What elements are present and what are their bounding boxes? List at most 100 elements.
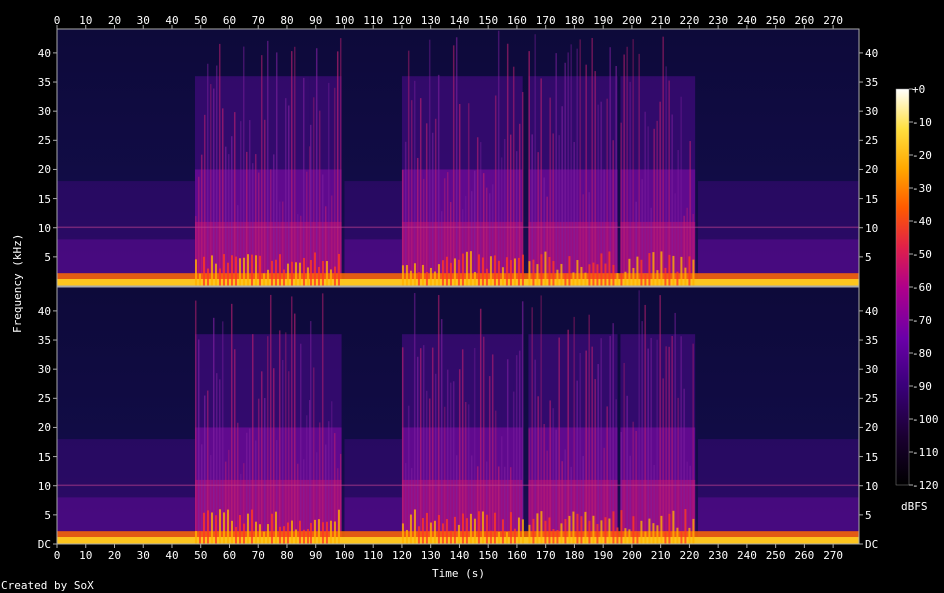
energy-streak bbox=[473, 347, 476, 544]
low-energy-burst bbox=[278, 526, 281, 544]
energy-streak bbox=[612, 323, 614, 544]
energy-streak bbox=[665, 346, 667, 544]
low-energy-burst bbox=[576, 513, 579, 544]
energy-streak bbox=[200, 444, 203, 544]
low-energy-burst bbox=[401, 523, 404, 544]
energy-streak bbox=[257, 398, 260, 544]
low-energy-burst bbox=[656, 525, 659, 544]
x-tick-label: 60 bbox=[222, 549, 237, 562]
low-energy-burst bbox=[612, 511, 615, 544]
energy-streak bbox=[458, 369, 461, 544]
low-energy-burst bbox=[306, 528, 309, 544]
energy-streak bbox=[546, 450, 548, 544]
energy-streak bbox=[284, 332, 287, 544]
low-energy-burst bbox=[668, 254, 671, 286]
low-energy-burst bbox=[572, 272, 575, 286]
low-energy-burst bbox=[270, 513, 273, 544]
y-tick-label-right: 40 bbox=[865, 46, 879, 60]
energy-streak bbox=[626, 395, 628, 544]
energy-streak bbox=[407, 50, 410, 286]
low-energy-burst bbox=[628, 529, 631, 544]
energy-streak bbox=[573, 141, 575, 286]
low-energy-burst bbox=[552, 528, 555, 544]
y-tick-label: 5 bbox=[44, 508, 51, 522]
low-energy-burst bbox=[640, 259, 643, 286]
low-energy-burst bbox=[652, 523, 655, 544]
low-energy-burst bbox=[234, 256, 237, 286]
low-energy-burst bbox=[620, 510, 623, 544]
low-energy-burst bbox=[513, 258, 516, 286]
energy-streak bbox=[518, 350, 521, 544]
low-energy-burst bbox=[628, 258, 631, 286]
low-energy-burst bbox=[676, 527, 679, 544]
low-energy-burst bbox=[453, 258, 456, 286]
low-energy-burst bbox=[254, 521, 257, 544]
energy-streak bbox=[440, 319, 443, 544]
low-energy-burst bbox=[230, 520, 233, 544]
low-energy-burst bbox=[457, 259, 460, 286]
x-tick-label-top: 70 bbox=[251, 14, 265, 27]
low-energy-burst bbox=[222, 254, 225, 286]
low-energy-burst bbox=[206, 268, 209, 286]
colorbar-tick-label: +0 bbox=[912, 83, 926, 96]
energy-streak bbox=[416, 356, 419, 544]
low-energy-burst bbox=[433, 520, 436, 544]
low-energy-burst bbox=[413, 263, 416, 286]
low-energy-burst bbox=[325, 521, 328, 544]
energy-streak bbox=[638, 290, 640, 544]
low-energy-burst bbox=[604, 517, 607, 544]
low-energy-burst bbox=[564, 273, 567, 286]
low-energy-burst bbox=[425, 272, 428, 286]
energy-streak bbox=[600, 338, 602, 544]
low-energy-burst bbox=[540, 511, 543, 544]
energy-streak bbox=[309, 321, 312, 544]
x-tick-label-top: 150 bbox=[478, 14, 499, 27]
energy-streak bbox=[428, 398, 431, 544]
x-tick-label: 0 bbox=[53, 549, 61, 562]
low-energy-burst bbox=[640, 520, 643, 544]
low-energy-burst bbox=[313, 252, 316, 286]
energy-streak bbox=[443, 406, 446, 544]
low-energy-burst bbox=[206, 510, 209, 544]
energy-streak bbox=[305, 415, 308, 544]
low-energy-burst bbox=[473, 271, 476, 286]
energy-streak bbox=[570, 44, 572, 287]
energy-streak bbox=[215, 65, 218, 286]
low-energy-burst bbox=[317, 266, 320, 286]
x-tick-label-top: 230 bbox=[708, 14, 729, 27]
colorbar-tick-label: -60 bbox=[912, 281, 932, 294]
energy-streak bbox=[609, 47, 611, 287]
energy-streak bbox=[278, 330, 281, 544]
low-energy-burst bbox=[266, 269, 269, 286]
low-energy-burst bbox=[321, 522, 324, 544]
channel-2-plot bbox=[53, 286, 863, 545]
energy-streak bbox=[260, 55, 263, 287]
low-energy-burst bbox=[266, 524, 269, 544]
energy-streak bbox=[302, 77, 305, 287]
low-energy-burst bbox=[600, 520, 603, 544]
low-energy-burst bbox=[556, 269, 559, 286]
low-energy-burst bbox=[485, 268, 488, 286]
low-energy-burst bbox=[664, 267, 667, 286]
low-energy-burst bbox=[445, 256, 448, 286]
y-tick-label-right: 20 bbox=[865, 163, 879, 177]
low-energy-burst bbox=[612, 264, 615, 286]
x-tick-label-top: 80 bbox=[280, 14, 294, 27]
low-energy-burst bbox=[449, 262, 452, 286]
x-tick-label-top: 100 bbox=[334, 14, 355, 27]
low-energy-burst bbox=[282, 526, 285, 544]
low-energy-burst bbox=[449, 530, 452, 544]
energy-streak bbox=[339, 453, 342, 544]
energy-streak bbox=[260, 371, 263, 544]
x-tick-label: 20 bbox=[107, 549, 122, 562]
low-energy-burst bbox=[309, 522, 312, 544]
low-energy-burst bbox=[644, 274, 647, 286]
low-energy-burst bbox=[302, 529, 305, 544]
energy-streak bbox=[299, 343, 302, 544]
energy-streak bbox=[623, 362, 625, 544]
energy-streak bbox=[206, 63, 209, 286]
y-tick-label: 15 bbox=[37, 450, 51, 464]
energy-streak bbox=[327, 82, 330, 286]
energy-streak bbox=[644, 111, 646, 286]
low-energy-burst bbox=[680, 256, 683, 286]
